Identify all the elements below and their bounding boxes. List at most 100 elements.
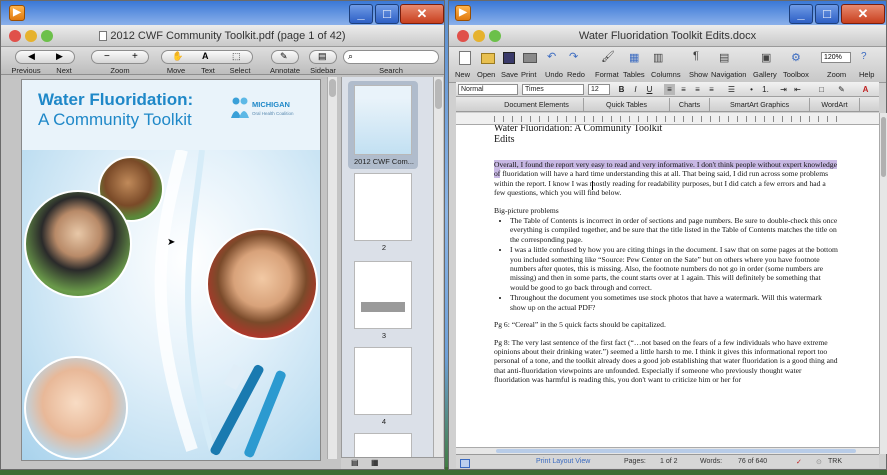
tool-group[interactable]: ✋ A ⬚ bbox=[161, 50, 253, 64]
toolbar-save[interactable]: Save bbox=[501, 70, 518, 79]
label-previous[interactable]: Previous bbox=[11, 66, 41, 75]
bullets-button[interactable]: • bbox=[746, 84, 757, 95]
print-icon[interactable] bbox=[523, 53, 537, 63]
toolbar-undo[interactable]: Undo bbox=[545, 70, 563, 79]
toolbar-columns[interactable]: Columns bbox=[651, 70, 681, 79]
gallery-icon[interactable]: ▣ bbox=[761, 51, 771, 64]
font-color-button[interactable]: A bbox=[860, 84, 871, 95]
close-dot[interactable] bbox=[9, 30, 21, 42]
toolbar-tables[interactable]: Tables bbox=[623, 70, 645, 79]
underline-button[interactable]: U bbox=[644, 84, 655, 95]
word-hscroll[interactable] bbox=[456, 447, 879, 454]
align-right-button[interactable]: ≡ bbox=[692, 84, 703, 95]
justify-button[interactable]: ≡ bbox=[706, 84, 717, 95]
zoom-dot[interactable] bbox=[41, 30, 53, 42]
word-scroll-thumb[interactable] bbox=[881, 117, 886, 177]
sidebar-scrollbar[interactable] bbox=[433, 77, 443, 459]
redo-icon[interactable]: ↷ bbox=[569, 50, 578, 63]
label-select[interactable]: Select bbox=[225, 66, 255, 75]
sidebar-button[interactable]: ▤ bbox=[309, 50, 337, 64]
toolbar-print[interactable]: Print bbox=[521, 70, 536, 79]
zoom-dropdown[interactable]: 120% bbox=[821, 52, 851, 63]
outdent-button[interactable]: ⇤ bbox=[792, 84, 803, 95]
word-hscroll-thumb[interactable] bbox=[496, 449, 856, 453]
print-layout-icon[interactable] bbox=[460, 459, 470, 468]
close-button-2[interactable]: ✕ bbox=[841, 4, 885, 24]
format-icon[interactable]: 🖌 bbox=[601, 50, 615, 63]
minimize-button-2[interactable]: _ bbox=[789, 4, 813, 24]
thumbnail-1[interactable] bbox=[354, 85, 412, 155]
tab-document-elements[interactable]: Document Elements bbox=[490, 98, 584, 111]
help-icon[interactable]: ? bbox=[861, 51, 867, 62]
new-icon[interactable] bbox=[459, 51, 471, 65]
prev-next-group[interactable]: ◀ ▶ bbox=[15, 50, 75, 64]
toolbar-redo[interactable]: Redo bbox=[567, 70, 585, 79]
zoom-group[interactable]: − + bbox=[91, 50, 149, 64]
label-text[interactable]: Text bbox=[193, 66, 223, 75]
tab-smartart[interactable]: SmartArt Graphics bbox=[710, 98, 810, 111]
label-annotate[interactable]: Annotate bbox=[267, 66, 303, 75]
trk-label[interactable]: TRK bbox=[828, 458, 842, 465]
toolbar-gallery[interactable]: Gallery bbox=[753, 70, 777, 79]
indent-button[interactable]: ⇥ bbox=[778, 84, 789, 95]
toolbox-icon[interactable]: ⚙ bbox=[791, 51, 801, 64]
label-sidebar[interactable]: Sidebar bbox=[305, 66, 341, 75]
size-dropdown[interactable]: 12 bbox=[588, 84, 610, 95]
maximize-button[interactable]: □ bbox=[375, 4, 399, 24]
sidebar-scroll-thumb[interactable] bbox=[435, 79, 442, 109]
grid-view-icon[interactable]: ▦ bbox=[371, 458, 379, 467]
align-left-button[interactable]: ≡ bbox=[664, 84, 675, 95]
save-icon[interactable] bbox=[503, 52, 515, 64]
minimize-dot[interactable] bbox=[25, 30, 37, 42]
align-center-button[interactable]: ≡ bbox=[678, 84, 689, 95]
horizontal-ruler[interactable] bbox=[456, 113, 879, 125]
toolbar-format[interactable]: Format bbox=[595, 70, 619, 79]
close-dot-2[interactable] bbox=[457, 30, 469, 42]
thumbnail-4[interactable] bbox=[354, 347, 412, 415]
show-icon[interactable]: ¶ bbox=[693, 50, 699, 62]
toolbar-navigation[interactable]: Navigation bbox=[711, 70, 746, 79]
tables-icon[interactable]: ▦ bbox=[629, 51, 639, 64]
close-button[interactable]: ✕ bbox=[400, 4, 444, 24]
thumbnail-3[interactable] bbox=[354, 261, 412, 329]
label-move[interactable]: Move bbox=[161, 66, 191, 75]
open-icon[interactable] bbox=[481, 53, 495, 64]
numbering-button[interactable]: 1. bbox=[760, 84, 771, 95]
track-changes-icon[interactable]: ⊙ bbox=[816, 458, 822, 466]
label-next[interactable]: Next bbox=[49, 66, 79, 75]
toolbar-toolbox[interactable]: Toolbox bbox=[783, 70, 809, 79]
toolbar-help[interactable]: Help bbox=[859, 70, 874, 79]
zoom-dot-2[interactable] bbox=[489, 30, 501, 42]
toolbar-open[interactable]: Open bbox=[477, 70, 495, 79]
thumbnail-5[interactable] bbox=[354, 433, 412, 459]
toolbar-new[interactable]: New bbox=[455, 70, 470, 79]
highlight-button[interactable]: ✎ bbox=[836, 84, 847, 95]
pdf-scrollbar[interactable] bbox=[327, 77, 337, 459]
word-scrollbar[interactable] bbox=[879, 113, 887, 454]
maximize-button-2[interactable]: □ bbox=[815, 4, 839, 24]
style-dropdown[interactable]: Normal bbox=[458, 84, 518, 95]
italic-button[interactable]: I bbox=[630, 84, 641, 95]
undo-icon[interactable]: ↶ bbox=[547, 50, 556, 63]
line-spacing-button[interactable]: ☰ bbox=[726, 84, 737, 95]
pdf-scroll-thumb[interactable] bbox=[329, 79, 336, 97]
navigation-icon[interactable]: ▤ bbox=[719, 51, 729, 64]
tab-wordart[interactable]: WordArt bbox=[810, 98, 860, 111]
document-page[interactable]: Water Fluoridation: A Community Toolkit … bbox=[456, 125, 879, 454]
columns-icon[interactable]: ▥ bbox=[653, 51, 663, 64]
spellcheck-icon[interactable]: ✓ bbox=[796, 458, 802, 466]
minimize-button[interactable]: _ bbox=[349, 4, 373, 24]
label-zoom[interactable]: Zoom bbox=[105, 66, 135, 75]
label-search[interactable]: Search bbox=[371, 66, 411, 75]
document-text[interactable]: Water Fluoridation: A Community Toolkit … bbox=[494, 125, 838, 393]
bold-button[interactable]: B bbox=[616, 84, 627, 95]
borders-button[interactable]: □ bbox=[816, 84, 827, 95]
toolbar-zoom[interactable]: Zoom bbox=[827, 70, 846, 79]
minimize-dot-2[interactable] bbox=[473, 30, 485, 42]
tab-quick-tables[interactable]: Quick Tables bbox=[584, 98, 670, 111]
view-options-icon[interactable]: ▤ bbox=[351, 458, 359, 467]
thumbnail-2[interactable] bbox=[354, 173, 412, 241]
toolbar-show[interactable]: Show bbox=[689, 70, 708, 79]
annotate-button[interactable]: ✎ bbox=[271, 50, 299, 64]
search-field[interactable]: ⌕ bbox=[343, 50, 439, 64]
